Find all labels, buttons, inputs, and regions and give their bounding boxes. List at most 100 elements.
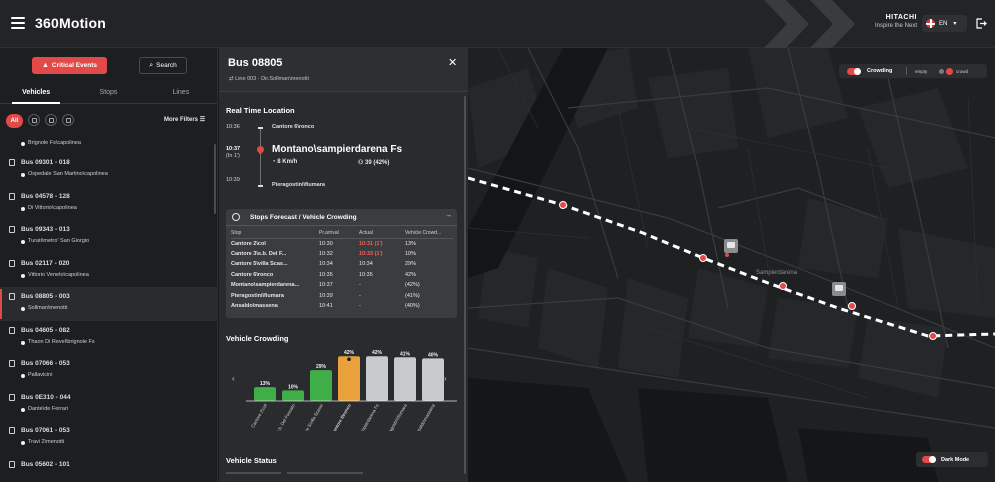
- legend-crowd-label: crowd: [956, 69, 969, 74]
- bar-category-label: Montano\sampierdarena Fs: [348, 402, 380, 431]
- crowding-legend: Crowding empty crowd: [839, 64, 987, 78]
- search-button[interactable]: ⌕ Search: [139, 57, 187, 74]
- crowding-bar[interactable]: [282, 390, 304, 401]
- tram-filter-icon[interactable]: [45, 114, 57, 126]
- list-item[interactable]: Bus 04578 - 128 Di Vittorio\capolinea: [0, 187, 217, 221]
- column-header: Pr.arrival: [319, 229, 359, 239]
- top-bar: 360Motion HITACHI Inspire the Next EN ▾: [0, 0, 995, 48]
- cell-crowding: (42%): [405, 282, 420, 289]
- tab-lines[interactable]: Lines: [145, 84, 217, 103]
- brand-name: HITACHI: [885, 14, 917, 21]
- crowding-bar[interactable]: [366, 356, 388, 401]
- search-label: Search: [156, 62, 177, 69]
- warning-icon: ▲: [41, 62, 49, 69]
- table-row[interactable]: Pieragostini\fiumara 10:39 - (41%): [231, 291, 453, 302]
- language-selector[interactable]: EN ▾: [922, 15, 967, 32]
- crowding-bar[interactable]: [310, 370, 332, 401]
- column-header: Stop: [231, 229, 319, 239]
- table-row[interactable]: Cantore 6\ronco 10:35 10:35 42%: [231, 270, 453, 281]
- timeline-stop: Pieragostini\fiumara: [272, 182, 325, 188]
- stops-forecast-card: Stops Forecast / Vehicle Crowding → Stop…: [226, 209, 457, 318]
- crowding-bar[interactable]: [394, 357, 416, 401]
- list-item[interactable]: Bus 02117 - 020 Vittorio Veneto\capoline…: [0, 254, 217, 288]
- cell-pr-arrival: 10:34: [319, 261, 333, 268]
- close-button[interactable]: ✕: [448, 58, 457, 69]
- logout-icon[interactable]: [976, 18, 987, 29]
- cell-stop: Montano\sampierdarena...: [231, 282, 300, 289]
- list-item[interactable]: Bus 09301 - 018 Ospedale San Martino\cap…: [0, 153, 217, 187]
- table-row[interactable]: Cantore 5\villa Scas... 10:34 10:34 29%: [231, 259, 453, 270]
- menu-icon[interactable]: [11, 17, 25, 29]
- list-item[interactable]: Bus 04605 - 082 Thaon Di Revel\brignole …: [0, 321, 217, 355]
- vehicle-list-scrollbar[interactable]: [214, 144, 216, 214]
- map-canvas[interactable]: Sampierdarena: [468, 48, 995, 482]
- tab-vehicles[interactable]: Vehicles: [0, 84, 72, 104]
- timeline-time: 10:39: [226, 177, 240, 183]
- cell-pr-arrival: 10:39: [319, 292, 333, 299]
- language-code: EN: [939, 20, 948, 27]
- bus-icon: [9, 360, 15, 367]
- panel-tabs: Vehicles Stops Lines: [0, 84, 217, 104]
- location-pin-icon: [21, 307, 25, 311]
- timeline-stop: Cantore 6\ronco: [272, 124, 315, 130]
- detail-scrollbar[interactable]: [464, 96, 466, 474]
- dark-mode-toggle[interactable]: [922, 456, 936, 463]
- list-item[interactable]: Bus 07061 - 053 Travi 2\menotti: [0, 421, 217, 455]
- table-row[interactable]: Cantore 3\s.b. Del F... 10:32 10:33 (1')…: [231, 249, 453, 260]
- bar-value-label: 29%: [316, 364, 327, 370]
- vehicle-title: Bus 07066 - 053: [21, 360, 70, 367]
- tab-stops[interactable]: Stops: [72, 84, 144, 103]
- filter-all-chip[interactable]: All: [6, 114, 23, 128]
- current-stop-marker: [347, 357, 351, 361]
- map-view[interactable]: Sampierdarena Crowding empty crowd Dark …: [468, 48, 995, 482]
- arrow-right-icon[interactable]: →: [445, 212, 452, 219]
- crowding-toggle[interactable]: [847, 67, 861, 75]
- vehicle-title: Bus 02117 - 020: [21, 259, 70, 267]
- speed-value: 8 Km/h: [277, 159, 298, 165]
- dark-mode-control: Dark Mode: [916, 452, 988, 467]
- vehicle-title: Bus 09301 - 018: [21, 159, 70, 166]
- list-item-selected[interactable]: Bus 08805 - 003 Sollman\menotti: [0, 287, 217, 321]
- bar-category-label: Cantore 3\s.b. Del Fossato: [265, 403, 296, 431]
- cell-crowding: (40%): [405, 303, 420, 310]
- cell-crowding: (41%): [405, 292, 420, 299]
- more-filters-button[interactable]: More Filters ☰: [164, 116, 205, 123]
- cell-stop: Cantore 6\ronco: [231, 271, 274, 278]
- list-item[interactable]: Bus 05602 - 101: [0, 455, 217, 482]
- list-item[interactable]: Bus 0E310 - 044 Dante\de Ferrari: [0, 388, 217, 422]
- vehicle-title: Bus 09343 - 013: [21, 226, 70, 233]
- route-stop-marker: [848, 302, 856, 310]
- location-pin-icon: [21, 340, 25, 345]
- list-item[interactable]: Brignole Fs\capolinea: [0, 135, 217, 153]
- current-location-pin-icon: [255, 144, 266, 155]
- crowding-bar[interactable]: [338, 356, 360, 401]
- vehicle-stop: Vittorio Veneto\capolinea: [28, 271, 89, 278]
- crowding-bar[interactable]: [254, 387, 276, 401]
- vehicle-stop: Turati\metro' San Giorgio: [28, 238, 90, 244]
- train-filter-icon[interactable]: [62, 114, 74, 126]
- cell-crowding: 10%: [405, 250, 417, 257]
- vehicle-title: Bus 05602 - 101: [21, 460, 70, 468]
- table-row[interactable]: Cantore 2\col 10:30 10:31 (1') 13%: [231, 238, 453, 249]
- bar-value-label: 42%: [372, 350, 383, 356]
- cell-stop: Pieragostini\fiumara: [231, 292, 284, 299]
- list-item[interactable]: Bus 07066 - 053 Pallavicini: [0, 354, 217, 388]
- cell-actual: -: [359, 303, 361, 310]
- route-stop-marker: [929, 332, 937, 340]
- crowding-bar-chart: 13%10%29%42% 42% 41% 40% Cantore 2\colCanto…: [246, 350, 457, 431]
- route-stop-marker: [699, 254, 707, 262]
- cell-pr-arrival: 10:32: [319, 250, 333, 257]
- table-row[interactable]: Ansaldo\massena 10:41 - (40%): [231, 301, 453, 312]
- legend-crowd-dot: [946, 67, 953, 75]
- list-item[interactable]: Bus 09343 - 013 Turati\metro' San Giorgi…: [0, 220, 217, 254]
- crowding-bar[interactable]: [422, 358, 444, 401]
- critical-events-button[interactable]: ▲ Critical Events: [32, 57, 107, 74]
- forecast-header[interactable]: Stops Forecast / Vehicle Crowding →: [226, 209, 457, 226]
- status-bar: [226, 472, 281, 474]
- table-row[interactable]: Montano\sampierdarena... 10:37 - (42%): [231, 280, 453, 291]
- bus-filter-icon[interactable]: [28, 114, 40, 126]
- forecast-table: Stop Pr.arrival Actual Vehicle Crowd... …: [231, 229, 453, 312]
- column-header: Actual: [359, 229, 405, 239]
- clock-icon: [232, 213, 240, 221]
- bus-icon: [9, 226, 15, 233]
